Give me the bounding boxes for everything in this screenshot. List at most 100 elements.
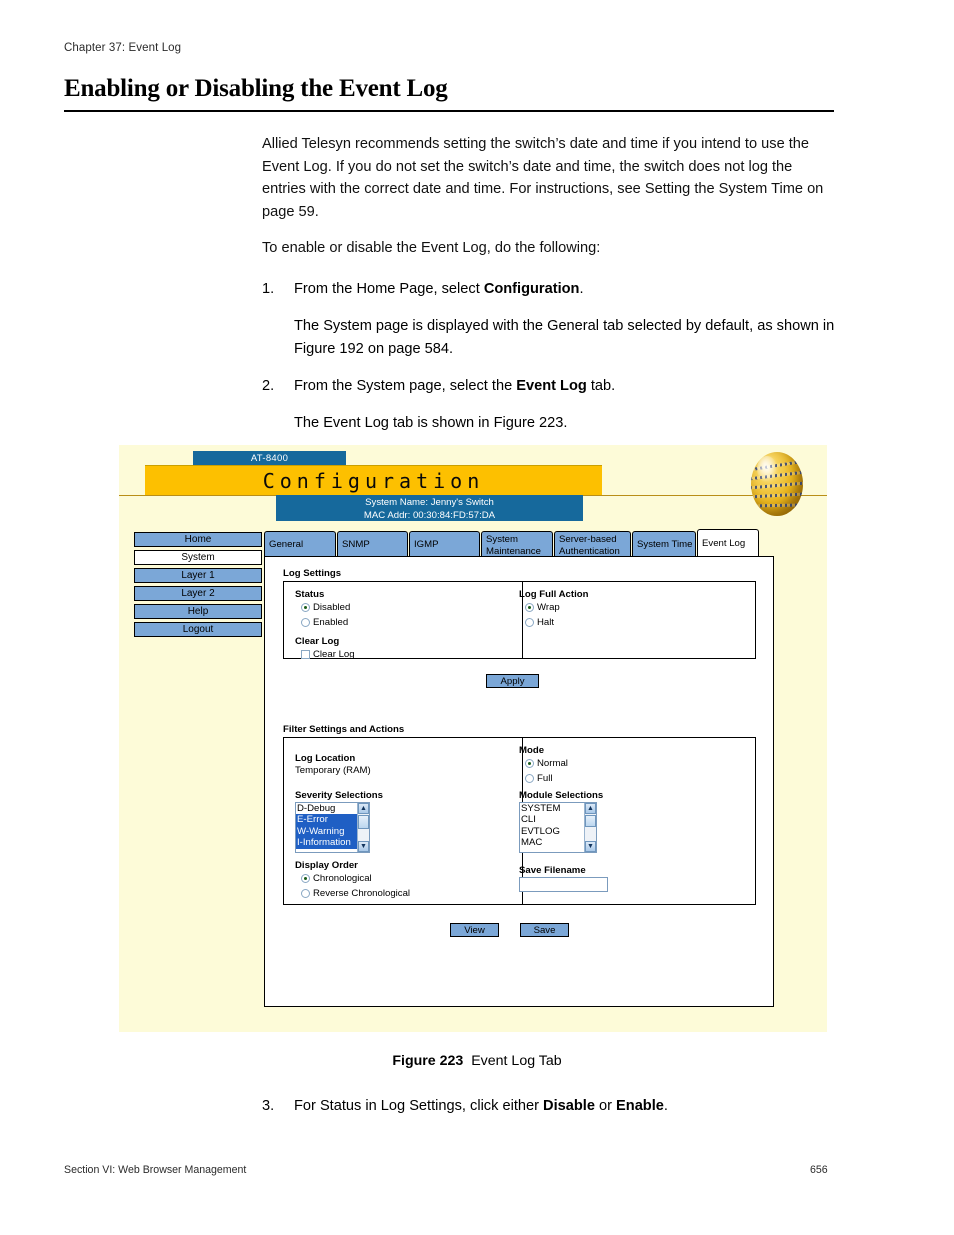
module-item-evtlog[interactable]: EVTLOG (520, 826, 584, 837)
module-selections-listbox[interactable]: SYSTEM CLI EVTLOG MAC ▲ ▼ (519, 802, 597, 853)
filter-settings-label: Filter Settings and Actions (283, 724, 405, 735)
step-1: 1. From the Home Page, select Configurat… (262, 278, 842, 301)
tab-server-based-authentication[interactable]: Server-based Authentication (554, 531, 631, 557)
scroll-down-icon[interactable]: ▼ (358, 841, 369, 852)
step-2-text: From the System page, select the Event L… (294, 375, 842, 398)
figure-caption: Figure 223 Event Log Tab (0, 1053, 954, 1069)
clear-log-label: Clear Log (295, 636, 340, 647)
intro-paragraph-2: To enable or disable the Event Log, do t… (262, 240, 601, 256)
radio-enabled-icon (301, 618, 310, 627)
scrollbar-thumb[interactable] (358, 815, 369, 829)
module-list-items: SYSTEM CLI EVTLOG MAC (520, 803, 584, 852)
step-1-text: From the Home Page, select Configuration… (294, 278, 842, 301)
status-option-disabled[interactable]: Disabled (301, 602, 350, 613)
log-full-action-option-wrap[interactable]: Wrap (525, 602, 560, 613)
log-full-action-option-wrap-label: Wrap (537, 602, 560, 613)
severity-selections-label: Severity Selections (295, 790, 383, 801)
step-3-text-after: . (663, 1098, 668, 1114)
severity-scrollbar[interactable]: ▲ ▼ (357, 803, 369, 852)
step-2-bold: Event Log (516, 378, 587, 394)
sidebar-item-logout[interactable]: Logout (134, 622, 262, 637)
mode-option-full-label: Full (537, 773, 553, 784)
step-3: 3. For Status in Log Settings, click eit… (262, 1095, 842, 1118)
running-head: Chapter 37: Event Log (64, 42, 182, 54)
tab-server-based-authentication-label: Server-based Authentication (559, 534, 620, 557)
save-filename-input[interactable] (519, 877, 608, 892)
footer-page-number: 656 (810, 1164, 828, 1176)
radio-normal-icon (525, 759, 534, 768)
module-item-system[interactable]: SYSTEM (520, 803, 584, 814)
sidebar-item-home[interactable]: Home (134, 532, 262, 547)
module-item-cli[interactable]: CLI (520, 814, 584, 825)
apply-button[interactable]: Apply (486, 674, 539, 688)
step-2-subtext: The Event Log tab is shown in Figure 223… (294, 415, 568, 431)
sidebar-nav: Home System Layer 1 Layer 2 Help Logout (134, 532, 262, 640)
banner-title: Configuration (262, 469, 485, 493)
banner: Configuration (145, 465, 602, 496)
view-button[interactable]: View (450, 923, 499, 937)
checkbox-clear-log-icon (301, 650, 310, 659)
save-button[interactable]: Save (520, 923, 569, 937)
sidebar-item-layer-1[interactable]: Layer 1 (134, 568, 262, 583)
sidebar-item-system[interactable]: System (134, 550, 262, 565)
module-item-mac[interactable]: MAC (520, 837, 584, 848)
mode-option-normal[interactable]: Normal (525, 758, 568, 769)
tab-general[interactable]: General (264, 531, 336, 556)
figure-caption-text: Event Log Tab (471, 1053, 562, 1069)
clear-log-checkbox[interactable]: Clear Log (301, 649, 355, 660)
tab-snmp[interactable]: SNMP (337, 531, 408, 556)
severity-item-e-error[interactable]: E-Error (296, 814, 357, 826)
step-3-number: 3. (262, 1098, 275, 1114)
step-3-text-before: For Status in Log Settings, click either (294, 1098, 544, 1114)
display-order-option-reverse-chronological[interactable]: Reverse Chronological (301, 888, 410, 899)
tab-system-maintenance[interactable]: System Maintenance (481, 531, 553, 557)
content-panel: Log Settings Status Disabled Enabled Cle… (264, 556, 774, 1007)
radio-wrap-icon (525, 603, 534, 612)
step-2-text-before: From the System page, select the (294, 378, 517, 394)
model-label: AT-8400 (193, 451, 346, 466)
system-info-box: System Name: Jenny's Switch MAC Addr: 00… (276, 495, 583, 521)
step-3-bold-disable: Disable (543, 1098, 595, 1114)
mode-label: Mode (519, 745, 545, 756)
severity-list-items: D-Debug E-Error W-Warning I-Information (296, 803, 357, 852)
radio-chronological-icon (301, 874, 310, 883)
scroll-up-icon[interactable]: ▲ (585, 803, 596, 814)
display-order-label: Display Order (295, 860, 358, 871)
step-1-text-before: From the Home Page, select (294, 281, 484, 297)
globe-icon (751, 452, 803, 516)
log-location-value: Temporary (RAM) (295, 765, 371, 776)
tab-igmp[interactable]: IGMP (409, 531, 480, 556)
severity-item-d-debug[interactable]: D-Debug (296, 803, 357, 814)
severity-selections-listbox[interactable]: D-Debug E-Error W-Warning I-Information … (295, 802, 370, 853)
tab-event-log[interactable]: Event Log (697, 529, 759, 556)
save-filename-label: Save Filename (519, 865, 586, 876)
clear-log-checkbox-label: Clear Log (313, 649, 355, 660)
severity-item-i-information[interactable]: I-Information (296, 837, 357, 849)
display-order-option-chronological[interactable]: Chronological (301, 873, 372, 884)
scrollbar-thumb[interactable] (585, 815, 596, 827)
log-full-action-option-halt[interactable]: Halt (525, 617, 554, 628)
module-selections-label: Module Selections (519, 790, 604, 801)
tab-system-time[interactable]: System Time (632, 531, 696, 556)
radio-reverse-chronological-icon (301, 889, 310, 898)
step-3-text-mid: or (594, 1098, 617, 1114)
status-label: Status (295, 589, 325, 600)
severity-item-w-warning[interactable]: W-Warning (296, 825, 357, 838)
scroll-up-icon[interactable]: ▲ (358, 803, 369, 814)
intro-paragraph-1: Allied Telesyn recommends setting the sw… (262, 136, 824, 220)
step-1-text-after: . (579, 281, 584, 297)
step-2-number: 2. (262, 378, 275, 394)
status-option-disabled-label: Disabled (313, 602, 351, 613)
scroll-down-icon[interactable]: ▼ (585, 841, 596, 852)
tab-strip: General SNMP IGMP System Maintenance Ser… (264, 529, 784, 557)
step-1-bold: Configuration (483, 281, 580, 297)
footer-rule (64, 1155, 834, 1156)
log-full-action-option-halt-label: Halt (537, 617, 555, 628)
sidebar-item-help[interactable]: Help (134, 604, 262, 619)
log-location-label: Log Location (295, 753, 356, 764)
module-scrollbar[interactable]: ▲ ▼ (584, 803, 596, 852)
sidebar-item-layer-2[interactable]: Layer 2 (134, 586, 262, 601)
mode-option-full[interactable]: Full (525, 773, 552, 784)
status-option-enabled[interactable]: Enabled (301, 617, 348, 628)
figure-screenshot: AT-8400 Configuration System Name: Jenny… (119, 445, 827, 1032)
